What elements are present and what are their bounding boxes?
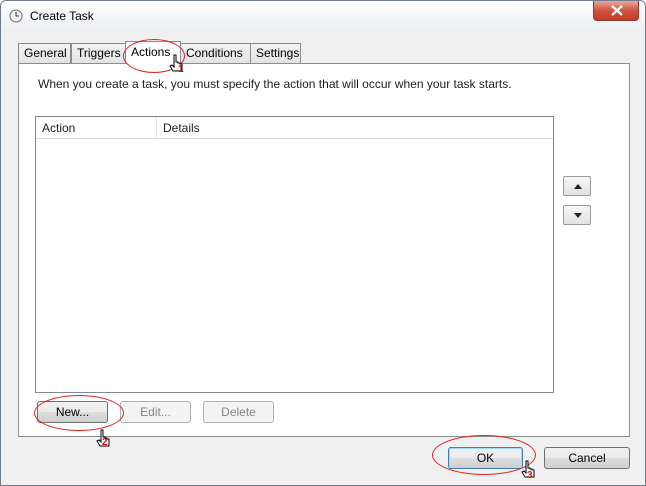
step-number-2: 2 [102,437,108,448]
tab-settings[interactable]: Settings [250,43,301,63]
move-up-button[interactable] [563,176,591,196]
tab-conditions[interactable]: Conditions [180,43,251,63]
column-header-details[interactable]: Details [157,117,553,139]
cancel-button[interactable]: Cancel [544,447,630,469]
task-scheduler-clock-icon [9,9,23,23]
tab-label: Settings [256,46,300,60]
create-task-dialog: Create Task General Triggers Actions Con… [0,0,646,486]
step-number-3: 3 [527,470,533,481]
edit-action-button[interactable]: Edit... [120,401,191,423]
tab-label: Triggers [77,46,121,60]
tab-label: General [24,46,67,60]
step-number-1: 1 [178,64,184,75]
actions-tab-panel: When you create a task, you must specify… [18,63,630,437]
instruction-text: When you create a task, you must specify… [38,77,512,91]
triangle-up-icon [574,184,582,189]
triangle-down-icon [574,213,582,218]
window-title: Create Task [30,9,94,23]
tab-triggers[interactable]: Triggers [71,43,126,63]
close-button[interactable] [593,1,639,21]
tab-general[interactable]: General [18,43,71,63]
tab-label: Conditions [186,46,243,60]
list-header: Action Details [36,117,553,139]
actions-list[interactable]: Action Details [35,116,554,393]
move-down-button[interactable] [563,205,591,225]
delete-action-button[interactable]: Delete [203,401,274,423]
new-action-button[interactable]: New... [37,401,108,423]
tab-label: Actions [131,45,171,59]
close-icon [611,5,623,16]
column-header-action[interactable]: Action [36,117,157,139]
title-bar[interactable]: Create Task [1,1,645,31]
ok-button[interactable]: OK [448,447,523,469]
